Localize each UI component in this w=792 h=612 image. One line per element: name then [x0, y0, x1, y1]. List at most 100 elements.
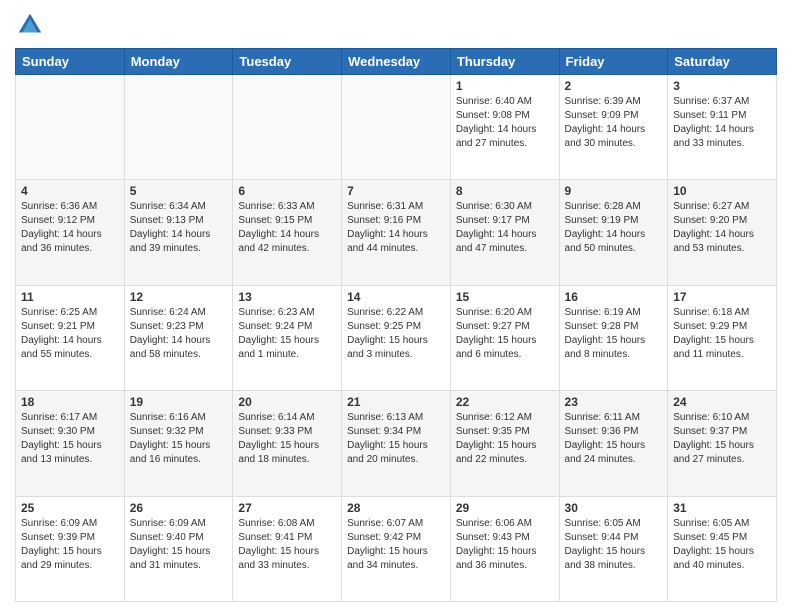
day-header-thursday: Thursday: [450, 49, 559, 75]
day-info: Sunrise: 6:08 AMSunset: 9:41 PMDaylight:…: [238, 517, 336, 573]
day-cell: 4 Sunrise: 6:36 AMSunset: 9:12 PMDaylight…: [16, 180, 125, 285]
day-number: 8: [456, 184, 554, 198]
day-number: 19: [130, 395, 228, 409]
day-number: 21: [347, 395, 445, 409]
day-number: 31: [673, 501, 771, 515]
day-number: 6: [238, 184, 336, 198]
day-cell: 16 Sunrise: 6:19 AMSunset: 9:28 PMDayligh…: [559, 285, 668, 390]
day-cell: 28 Sunrise: 6:07 AMSunset: 9:42 PMDayligh…: [342, 496, 451, 601]
day-cell: 10 Sunrise: 6:27 AMSunset: 9:20 PMDayligh…: [668, 180, 777, 285]
day-info: Sunrise: 6:23 AMSunset: 9:24 PMDaylight:…: [238, 306, 336, 362]
day-info: Sunrise: 6:12 AMSunset: 9:35 PMDaylight:…: [456, 411, 554, 467]
day-info: Sunrise: 6:30 AMSunset: 9:17 PMDaylight:…: [456, 200, 554, 256]
day-number: 9: [565, 184, 663, 198]
day-info: Sunrise: 6:05 AMSunset: 9:44 PMDaylight:…: [565, 517, 663, 573]
logo: [15, 10, 49, 40]
day-cell: 8 Sunrise: 6:30 AMSunset: 9:17 PMDaylight…: [450, 180, 559, 285]
day-info: Sunrise: 6:25 AMSunset: 9:21 PMDaylight:…: [21, 306, 119, 362]
day-number: 23: [565, 395, 663, 409]
day-number: 28: [347, 501, 445, 515]
day-number: 25: [21, 501, 119, 515]
day-cell: 26Sunrise: 6:09 AMSunset: 9:40 PMDayligh…: [124, 496, 233, 601]
day-number: 4: [21, 184, 119, 198]
logo-icon: [15, 10, 45, 40]
calendar: SundayMondayTuesdayWednesdayThursdayFrid…: [15, 48, 777, 602]
day-info: Sunrise: 6:24 AMSunset: 9:23 PMDaylight:…: [130, 306, 228, 362]
day-number: 3: [673, 79, 771, 93]
day-header-wednesday: Wednesday: [342, 49, 451, 75]
day-info: Sunrise: 6:14 AMSunset: 9:33 PMDaylight:…: [238, 411, 336, 467]
day-number: 16: [565, 290, 663, 304]
day-number: 2: [565, 79, 663, 93]
day-number: 12: [130, 290, 228, 304]
day-header-sunday: Sunday: [16, 49, 125, 75]
week-row-4: 18 Sunrise: 6:17 AMSunset: 9:30 PMDayligh…: [16, 391, 777, 496]
day-info: Sunrise: 6:11 AMSunset: 9:36 PMDaylight:…: [565, 411, 663, 467]
day-cell: 29Sunrise: 6:06 AMSunset: 9:43 PMDayligh…: [450, 496, 559, 601]
day-info: Sunrise: 6:19 AMSunset: 9:28 PMDaylight:…: [565, 306, 663, 362]
calendar-header-row: SundayMondayTuesdayWednesdayThursdayFrid…: [16, 49, 777, 75]
day-number: 30: [565, 501, 663, 515]
day-info: Sunrise: 6:16 AMSunset: 9:32 PMDaylight:…: [130, 411, 228, 467]
header: [15, 10, 777, 40]
day-info: Sunrise: 6:09 AMSunset: 9:39 PMDaylight:…: [21, 517, 119, 573]
day-number: 10: [673, 184, 771, 198]
day-cell: 20 Sunrise: 6:14 AMSunset: 9:33 PMDayligh…: [233, 391, 342, 496]
day-info: Sunrise: 6:17 AMSunset: 9:30 PMDaylight:…: [21, 411, 119, 467]
day-info: Sunrise: 6:28 AMSunset: 9:19 PMDaylight:…: [565, 200, 663, 256]
day-number: 15: [456, 290, 554, 304]
day-cell: 19 Sunrise: 6:16 AMSunset: 9:32 PMDayligh…: [124, 391, 233, 496]
day-cell: 21 Sunrise: 6:13 AMSunset: 9:34 PMDayligh…: [342, 391, 451, 496]
day-number: 24: [673, 395, 771, 409]
day-cell: 31 Sunrise: 6:05 AMSunset: 9:45 PMDayligh…: [668, 496, 777, 601]
day-cell: 9 Sunrise: 6:28 AMSunset: 9:19 PMDaylight…: [559, 180, 668, 285]
day-cell: [342, 75, 451, 180]
day-cell: 23 Sunrise: 6:11 AMSunset: 9:36 PMDayligh…: [559, 391, 668, 496]
day-cell: 11 Sunrise: 6:25 AMSunset: 9:21 PMDayligh…: [16, 285, 125, 390]
day-info: Sunrise: 6:06 AMSunset: 9:43 PMDaylight:…: [456, 517, 554, 573]
day-info: Sunrise: 6:22 AMSunset: 9:25 PMDaylight:…: [347, 306, 445, 362]
day-number: 17: [673, 290, 771, 304]
day-number: 14: [347, 290, 445, 304]
day-header-friday: Friday: [559, 49, 668, 75]
day-cell: 14 Sunrise: 6:22 AMSunset: 9:25 PMDayligh…: [342, 285, 451, 390]
day-info: Sunrise: 6:13 AMSunset: 9:34 PMDaylight:…: [347, 411, 445, 467]
day-info: Sunrise: 6:05 AMSunset: 9:45 PMDaylight:…: [673, 517, 771, 573]
day-cell: 13 Sunrise: 6:23 AMSunset: 9:24 PMDayligh…: [233, 285, 342, 390]
day-number: 27: [238, 501, 336, 515]
week-row-2: 4 Sunrise: 6:36 AMSunset: 9:12 PMDaylight…: [16, 180, 777, 285]
week-row-1: 1Sunrise: 6:40 AMSunset: 9:08 PMDaylight…: [16, 75, 777, 180]
day-info: Sunrise: 6:33 AMSunset: 9:15 PMDaylight:…: [238, 200, 336, 256]
day-cell: 30 Sunrise: 6:05 AMSunset: 9:44 PMDayligh…: [559, 496, 668, 601]
day-number: 13: [238, 290, 336, 304]
day-cell: [16, 75, 125, 180]
day-number: 26: [130, 501, 228, 515]
day-info: Sunrise: 6:20 AMSunset: 9:27 PMDaylight:…: [456, 306, 554, 362]
day-number: 11: [21, 290, 119, 304]
day-cell: 22Sunrise: 6:12 AMSunset: 9:35 PMDayligh…: [450, 391, 559, 496]
day-cell: [233, 75, 342, 180]
day-info: Sunrise: 6:39 AMSunset: 9:09 PMDaylight:…: [565, 95, 663, 151]
day-info: Sunrise: 6:37 AMSunset: 9:11 PMDaylight:…: [673, 95, 771, 151]
day-cell: 27 Sunrise: 6:08 AMSunset: 9:41 PMDayligh…: [233, 496, 342, 601]
day-number: 20: [238, 395, 336, 409]
day-number: 5: [130, 184, 228, 198]
day-header-saturday: Saturday: [668, 49, 777, 75]
day-number: 1: [456, 79, 554, 93]
day-info: Sunrise: 6:18 AMSunset: 9:29 PMDaylight:…: [673, 306, 771, 362]
day-info: Sunrise: 6:27 AMSunset: 9:20 PMDaylight:…: [673, 200, 771, 256]
page: SundayMondayTuesdayWednesdayThursdayFrid…: [0, 0, 792, 612]
day-info: Sunrise: 6:34 AMSunset: 9:13 PMDaylight:…: [130, 200, 228, 256]
day-cell: 12 Sunrise: 6:24 AMSunset: 9:23 PMDayligh…: [124, 285, 233, 390]
day-cell: 1Sunrise: 6:40 AMSunset: 9:08 PMDaylight…: [450, 75, 559, 180]
day-cell: 5 Sunrise: 6:34 AMSunset: 9:13 PMDaylight…: [124, 180, 233, 285]
day-cell: 15 Sunrise: 6:20 AMSunset: 9:27 PMDayligh…: [450, 285, 559, 390]
day-info: Sunrise: 6:36 AMSunset: 9:12 PMDaylight:…: [21, 200, 119, 256]
day-cell: [124, 75, 233, 180]
day-number: 18: [21, 395, 119, 409]
day-cell: 24Sunrise: 6:10 AMSunset: 9:37 PMDayligh…: [668, 391, 777, 496]
day-cell: 2 Sunrise: 6:39 AMSunset: 9:09 PMDaylight…: [559, 75, 668, 180]
day-info: Sunrise: 6:07 AMSunset: 9:42 PMDaylight:…: [347, 517, 445, 573]
day-header-tuesday: Tuesday: [233, 49, 342, 75]
day-cell: 17 Sunrise: 6:18 AMSunset: 9:29 PMDayligh…: [668, 285, 777, 390]
